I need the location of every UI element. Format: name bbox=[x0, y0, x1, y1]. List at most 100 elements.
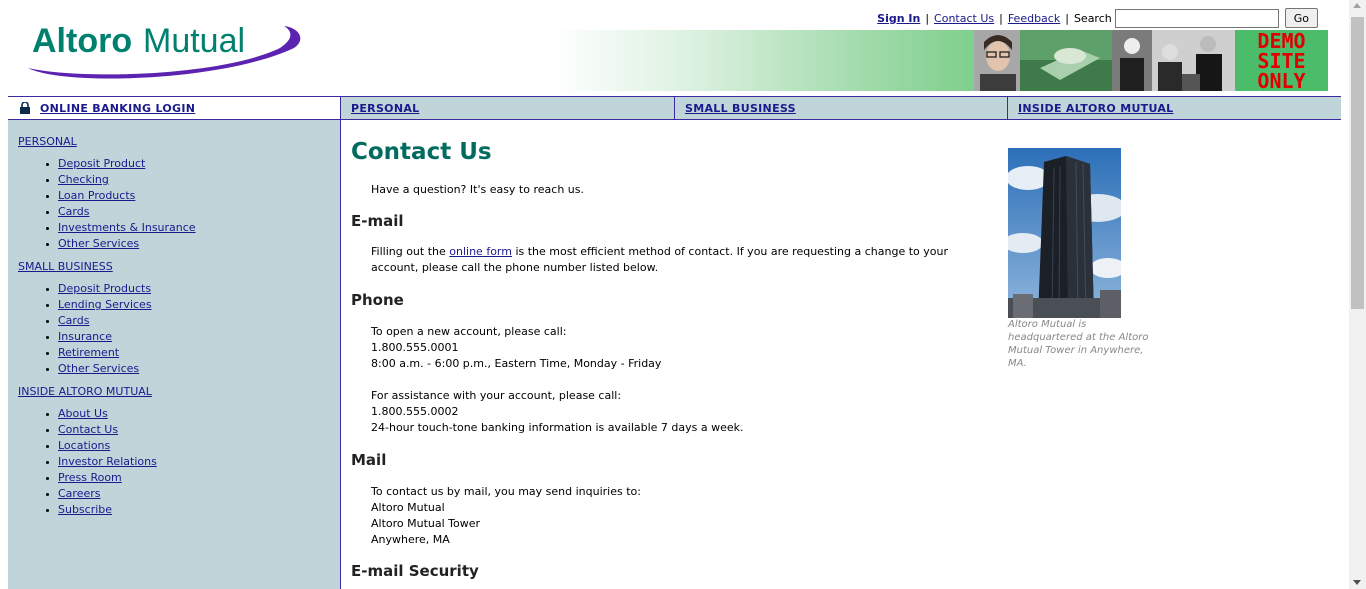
online-form-link[interactable]: online form bbox=[449, 245, 512, 258]
sidebar: PERSONAL Deposit Product Checking Loan P… bbox=[8, 120, 341, 589]
scrollbar-thumb[interactable] bbox=[1351, 17, 1364, 309]
list-item: Deposit Product bbox=[58, 156, 330, 172]
sidebar-item-checking[interactable]: Checking bbox=[58, 173, 109, 186]
list-item: Locations bbox=[58, 438, 330, 454]
sidebar-list-small-business: Deposit Products Lending Services Cards … bbox=[18, 281, 330, 377]
sidebar-item-locations[interactable]: Locations bbox=[58, 439, 110, 452]
phone-assist-line-1: For assistance with your account, please… bbox=[371, 389, 622, 402]
mail-line-2: Altoro Mutual bbox=[371, 501, 445, 514]
list-item: Careers bbox=[58, 486, 330, 502]
sidebar-item-investor-relations[interactable]: Investor Relations bbox=[58, 455, 157, 468]
list-item: Deposit Products bbox=[58, 281, 330, 297]
sidebar-item-press-room[interactable]: Press Room bbox=[58, 471, 122, 484]
header-photo-strip bbox=[974, 30, 1236, 91]
phone-new-line-1: To open a new account, please call: bbox=[371, 325, 567, 338]
online-banking-login-link[interactable]: ONLINE BANKING LOGIN bbox=[40, 102, 195, 115]
list-item: Lending Services bbox=[58, 297, 330, 313]
mail-heading: Mail bbox=[351, 451, 387, 469]
list-item: Other Services bbox=[58, 361, 330, 377]
nav-small-business: SMALL BUSINESS bbox=[674, 97, 1007, 119]
separator: | bbox=[925, 11, 930, 25]
altoro-tower-photo bbox=[1008, 148, 1121, 318]
main-nav-bar: ONLINE BANKING LOGIN PERSONAL SMALL BUSI… bbox=[8, 96, 1341, 120]
sidebar-section-personal[interactable]: PERSONAL bbox=[18, 135, 330, 149]
email-security-heading: E-mail Security bbox=[351, 562, 479, 580]
email-heading: E-mail bbox=[351, 212, 404, 230]
go-button[interactable]: Go bbox=[1284, 8, 1318, 28]
mail-line-3: Altoro Mutual Tower bbox=[371, 517, 481, 530]
list-item: Subscribe bbox=[58, 502, 330, 518]
tower-photo-caption: Altoro Mutual is headquartered at the Al… bbox=[1008, 319, 1149, 369]
sidebar-item-deposit-products[interactable]: Deposit Products bbox=[58, 282, 151, 295]
mail-line-4: Anywhere, MA bbox=[371, 533, 450, 546]
vertical-scrollbar[interactable] bbox=[1349, 0, 1366, 589]
list-item: About Us bbox=[58, 406, 330, 422]
main-content: Contact Us Have a question? It's easy to… bbox=[351, 120, 991, 580]
header-banner-gradient bbox=[552, 30, 976, 91]
email-text-pre: Filling out the bbox=[371, 245, 450, 258]
list-item: Investor Relations bbox=[58, 454, 330, 470]
sidebar-item-cards[interactable]: Cards bbox=[58, 205, 89, 218]
mail-address: To contact us by mail, you may send inqu… bbox=[371, 484, 991, 548]
phone-assist-hours: 24-hour touch-tone banking information i… bbox=[371, 421, 744, 434]
separator: | bbox=[999, 11, 1003, 25]
business-people-photo bbox=[1112, 30, 1236, 91]
phone-new-account: To open a new account, please call: 1.80… bbox=[371, 324, 991, 372]
sidebar-item-deposit-product[interactable]: Deposit Product bbox=[58, 157, 145, 170]
sidebar-item-cards[interactable]: Cards bbox=[58, 314, 89, 327]
phone-assistance: For assistance with your account, please… bbox=[371, 388, 991, 436]
sidebar-item-investments-insurance[interactable]: Investments & Insurance bbox=[58, 221, 196, 234]
sidebar-item-loan-products[interactable]: Loan Products bbox=[58, 189, 135, 202]
nav-inside-altoro-mutual: INSIDE ALTORO MUTUAL bbox=[1007, 97, 1341, 119]
hand-on-keyboard-photo bbox=[1020, 30, 1112, 91]
top-links: Sign In | Contact Us | Feedback | Search… bbox=[877, 8, 1318, 28]
scroll-up-arrow-icon[interactable] bbox=[1353, 3, 1361, 8]
phone-heading: Phone bbox=[351, 291, 404, 309]
sidebar-section-inside-altoro[interactable]: INSIDE ALTORO MUTUAL bbox=[18, 385, 330, 399]
sidebar-item-insurance[interactable]: Insurance bbox=[58, 330, 112, 343]
list-item: Other Services bbox=[58, 236, 330, 252]
woman-with-glasses-photo bbox=[974, 30, 1020, 91]
list-item: Contact Us bbox=[58, 422, 330, 438]
search-label: Search bbox=[1073, 11, 1112, 25]
sidebar-item-retirement[interactable]: Retirement bbox=[58, 346, 119, 359]
sidebar-list-inside-altoro: About Us Contact Us Locations Investor R… bbox=[18, 406, 330, 518]
contact-us-link[interactable]: Contact Us bbox=[934, 12, 994, 25]
sign-in-link[interactable]: Sign In bbox=[877, 12, 920, 25]
list-item: Cards bbox=[58, 204, 330, 220]
mail-line-1: To contact us by mail, you may send inqu… bbox=[371, 485, 641, 498]
phone-new-hours: 8:00 a.m. - 6:00 p.m., Eastern Time, Mon… bbox=[371, 357, 662, 370]
list-item: Checking bbox=[58, 172, 330, 188]
logo-text-dark: Altoro bbox=[32, 22, 132, 60]
sidebar-item-careers[interactable]: Careers bbox=[58, 487, 101, 500]
demo-site-badge: DEMO SITE ONLY bbox=[1235, 30, 1328, 91]
nav-inside-altoro-link[interactable]: INSIDE ALTORO MUTUAL bbox=[1018, 102, 1174, 115]
nav-small-business-link[interactable]: SMALL BUSINESS bbox=[685, 102, 796, 115]
email-paragraph: Filling out the online form is the most … bbox=[371, 244, 991, 276]
demo-line-2: SITE bbox=[1257, 49, 1306, 73]
phone-new-number: 1.800.555.0001 bbox=[371, 341, 459, 354]
feedback-link[interactable]: Feedback bbox=[1008, 12, 1060, 25]
nav-personal-link[interactable]: PERSONAL bbox=[351, 102, 419, 115]
list-item: Press Room bbox=[58, 470, 330, 486]
sidebar-item-lending-services[interactable]: Lending Services bbox=[58, 298, 152, 311]
search-input[interactable] bbox=[1114, 8, 1279, 28]
lock-icon bbox=[20, 101, 30, 114]
list-item: Insurance bbox=[58, 329, 330, 345]
demo-line-1: DEMO bbox=[1257, 29, 1306, 53]
sidebar-section-small-business[interactable]: SMALL BUSINESS bbox=[18, 260, 330, 274]
altoro-mutual-logo[interactable]: Altoro Mutual bbox=[22, 18, 304, 82]
sidebar-item-contact-us[interactable]: Contact Us bbox=[58, 423, 118, 436]
sidebar-item-about-us[interactable]: About Us bbox=[58, 407, 108, 420]
nav-online-banking-login: ONLINE BANKING LOGIN bbox=[8, 97, 340, 119]
phone-assist-number: 1.800.555.0002 bbox=[371, 405, 459, 418]
list-item: Loan Products bbox=[58, 188, 330, 204]
scroll-down-arrow-icon[interactable] bbox=[1353, 580, 1361, 585]
nav-personal: PERSONAL bbox=[340, 97, 674, 119]
sidebar-item-other-services[interactable]: Other Services bbox=[58, 362, 139, 375]
sidebar-item-subscribe[interactable]: Subscribe bbox=[58, 503, 112, 516]
sidebar-list-personal: Deposit Product Checking Loan Products C… bbox=[18, 156, 330, 252]
intro-text: Have a question? It's easy to reach us. bbox=[371, 183, 584, 196]
sidebar-item-other-services[interactable]: Other Services bbox=[58, 237, 139, 250]
list-item: Retirement bbox=[58, 345, 330, 361]
